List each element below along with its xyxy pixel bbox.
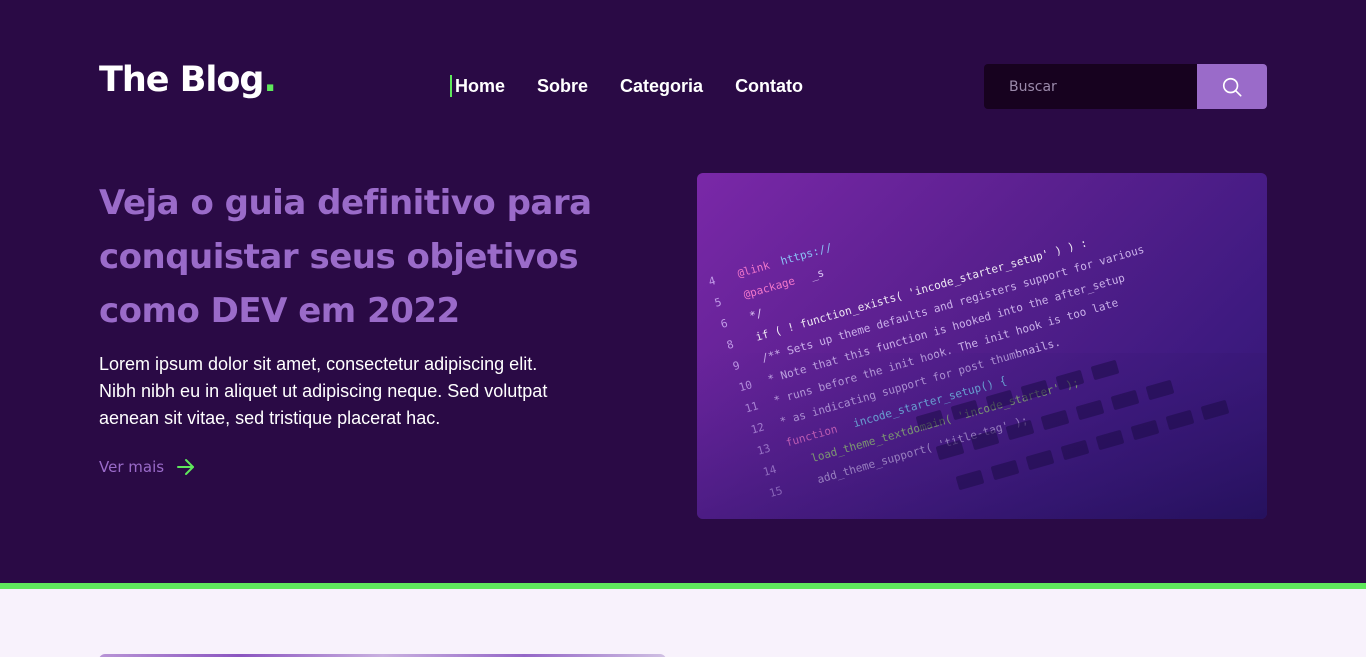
svg-text:8: 8: [725, 338, 735, 352]
svg-text:*/: */: [748, 306, 764, 322]
svg-text:4: 4: [707, 274, 717, 288]
site-header: The Blog. Home Sobre Categoria Contato: [0, 0, 1366, 140]
posts-section: [0, 589, 1366, 657]
svg-text:6: 6: [719, 317, 729, 331]
logo-text: The Blog: [99, 60, 264, 100]
search-button[interactable]: [1197, 64, 1267, 109]
svg-text:https://: https://: [779, 241, 834, 268]
site-logo[interactable]: The Blog.: [99, 60, 277, 100]
ver-mais-label: Ver mais: [99, 458, 165, 476]
svg-text:_s: _s: [809, 266, 825, 282]
nav-item-sobre[interactable]: Sobre: [537, 76, 588, 96]
main-nav: Home Sobre Categoria Contato: [450, 75, 803, 97]
svg-text:5: 5: [713, 295, 723, 309]
nav-item-categoria[interactable]: Categoria: [620, 76, 703, 96]
hero-image: 4 @link https:// 5 @package _s 6 */ 8 if ( ! …: [697, 173, 1267, 519]
code-screen-graphic: 4 @linkhttps:// 5@package_s 6*/ 8if ( ! …: [697, 236, 1267, 519]
hero-title: Veja o guia definitivo para conquistar s…: [99, 183, 592, 331]
svg-text:@package: @package: [742, 274, 797, 301]
hero-description: Lorem ipsum dolor sit amet, consectetur …: [99, 354, 548, 428]
ver-mais-link[interactable]: Ver mais: [99, 458, 196, 476]
search-bar: [984, 64, 1267, 109]
search-icon: [1222, 77, 1242, 97]
nav-item-home[interactable]: Home: [450, 75, 505, 97]
logo-dot: .: [263, 60, 277, 100]
nav-item-contato[interactable]: Contato: [735, 76, 803, 96]
svg-text:@link: @link: [736, 259, 772, 281]
search-input[interactable]: [984, 64, 1197, 109]
arrow-right-icon: [177, 459, 195, 475]
